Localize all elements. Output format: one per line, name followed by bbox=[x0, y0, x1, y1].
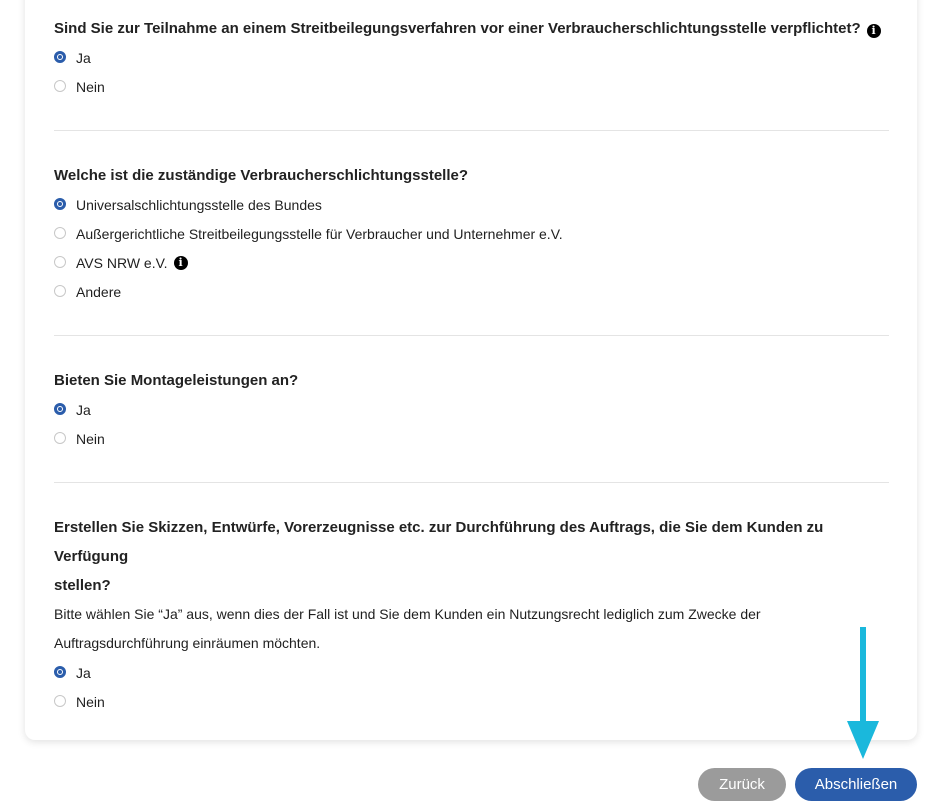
radio-selected-icon[interactable] bbox=[54, 197, 66, 210]
radio-option-aussergerichtliche[interactable]: Außergerichtliche Streitbeilegungsstelle… bbox=[54, 219, 889, 248]
radio-option-nein[interactable]: Nein bbox=[54, 424, 889, 453]
back-button[interactable]: Zurück bbox=[698, 768, 786, 801]
info-icon[interactable]: i bbox=[866, 24, 881, 38]
question-skizzen-line1: Erstellen Sie Skizzen, Entwürfe, Vorerze… bbox=[54, 519, 824, 565]
option-label: Ja bbox=[76, 401, 91, 418]
option-label: Nein bbox=[76, 430, 105, 447]
question-streitbeilegung: Sind Sie zur Teilnahme an einem Streitbe… bbox=[54, 14, 889, 43]
question-text: Sind Sie zur Teilnahme an einem Streitbe… bbox=[54, 20, 861, 37]
section-skizzen: Erstellen Sie Skizzen, Entwürfe, Vorerze… bbox=[54, 513, 889, 716]
radio-option-nein[interactable]: Nein bbox=[54, 687, 889, 716]
option-label: Universalschlichtungsstelle des Bundes bbox=[76, 196, 322, 213]
option-label: AVS NRW e.V. bbox=[76, 254, 168, 271]
radio-option-nein[interactable]: Nein bbox=[54, 72, 889, 101]
radio-unselected-icon[interactable] bbox=[54, 255, 66, 268]
option-label: Ja bbox=[76, 664, 91, 681]
form-content: Sind Sie zur Teilnahme an einem Streitbe… bbox=[54, 14, 889, 716]
option-label: Ja bbox=[76, 49, 91, 66]
finish-button[interactable]: Abschließen bbox=[795, 768, 917, 801]
section-schlichtungsstelle: Welche ist die zuständige Verbrauchersch… bbox=[54, 161, 889, 306]
radio-unselected-icon[interactable] bbox=[54, 79, 66, 92]
question-schlichtungsstelle: Welche ist die zuständige Verbrauchersch… bbox=[54, 167, 469, 184]
info-icon[interactable]: i bbox=[173, 255, 188, 270]
section-streitbeilegung: Sind Sie zur Teilnahme an einem Streitbe… bbox=[54, 14, 889, 101]
radio-option-andere[interactable]: Andere bbox=[54, 277, 889, 306]
radio-option-avs-nrw[interactable]: AVS NRW e.V. i bbox=[54, 248, 889, 277]
question-skizzen-line2: stellen? bbox=[54, 577, 111, 594]
option-label: Nein bbox=[76, 78, 105, 95]
section-montageleistungen: Bieten Sie Montageleistungen an? Ja Nein bbox=[54, 366, 889, 453]
option-label: Andere bbox=[76, 283, 122, 300]
option-label: Nein bbox=[76, 693, 105, 710]
hint-text-line2: Auftragsdurchführung einräumen möchten. bbox=[54, 635, 321, 651]
arrow-down-icon bbox=[847, 627, 879, 759]
radio-unselected-icon[interactable] bbox=[54, 694, 66, 707]
radio-unselected-icon[interactable] bbox=[54, 284, 66, 297]
radio-selected-icon[interactable] bbox=[54, 665, 66, 678]
radio-option-ja[interactable]: Ja bbox=[54, 658, 889, 687]
radio-option-ja[interactable]: Ja bbox=[54, 43, 889, 72]
radio-selected-icon[interactable] bbox=[54, 50, 66, 63]
radio-selected-icon[interactable] bbox=[54, 402, 66, 415]
question-montageleistungen: Bieten Sie Montageleistungen an? bbox=[54, 372, 299, 389]
radio-option-universalschlichtungsstelle[interactable]: Universalschlichtungsstelle des Bundes bbox=[54, 190, 889, 219]
option-label: Außergerichtliche Streitbeilegungsstelle… bbox=[76, 225, 563, 242]
radio-unselected-icon[interactable] bbox=[54, 431, 66, 444]
hint-text-line1: Bitte wählen Sie “Ja” aus, wenn dies der… bbox=[54, 606, 761, 622]
radio-option-ja[interactable]: Ja bbox=[54, 395, 889, 424]
radio-unselected-icon[interactable] bbox=[54, 226, 66, 239]
